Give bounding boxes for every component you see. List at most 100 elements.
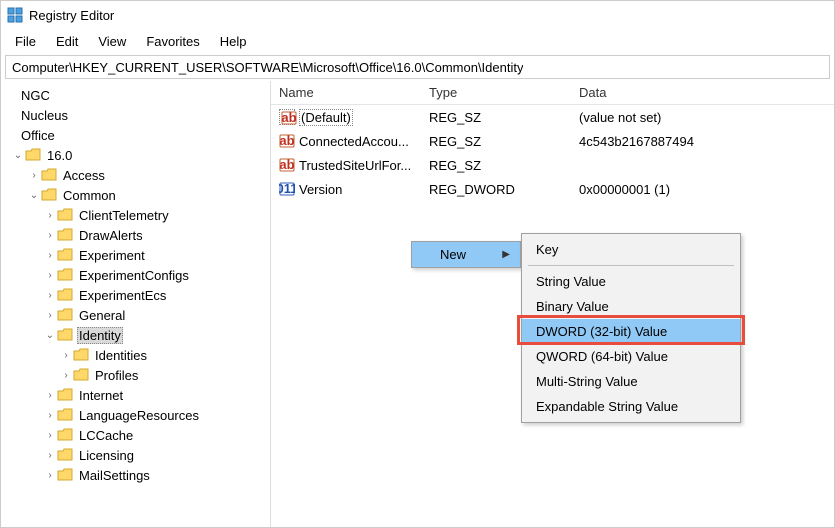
chevron-right-icon[interactable]: › (43, 390, 57, 401)
folder-icon (41, 188, 57, 202)
context-item-new[interactable]: New ▶ (412, 242, 520, 267)
context-menu[interactable]: New ▶ (411, 241, 521, 268)
folder-icon (25, 148, 41, 162)
value-data: 0x00000001 (1) (571, 180, 834, 199)
svg-text:011: 011 (279, 181, 295, 196)
address-path: Computer\HKEY_CURRENT_USER\SOFTWARE\Micr… (12, 60, 523, 75)
tree-node-ngc[interactable]: NGC (1, 85, 270, 105)
tree-node-general[interactable]: ›General (1, 305, 270, 325)
chevron-down-icon[interactable]: ⌄ (27, 190, 41, 201)
tree-node-16-0[interactable]: ⌄ 16.0 (1, 145, 270, 165)
menu-edit[interactable]: Edit (48, 32, 86, 51)
context-item-binary-value[interactable]: Binary Value (522, 294, 740, 319)
tree-node-languageresources[interactable]: › LanguageResources (1, 405, 270, 425)
tree-label: DrawAlerts (77, 228, 145, 243)
value-name: ConnectedAccou... (299, 134, 409, 149)
svg-text:ab: ab (279, 157, 294, 172)
column-type[interactable]: Type (421, 81, 571, 104)
tree-node-lccache[interactable]: ›LCCache (1, 425, 270, 445)
svg-text:ab: ab (279, 133, 294, 148)
tree-node-experimentconfigs[interactable]: ›ExperimentConfigs (1, 265, 270, 285)
folder-icon (73, 368, 89, 382)
context-item-dword-32-bit-value[interactable]: DWORD (32-bit) Value (522, 319, 740, 344)
chevron-right-icon[interactable]: › (43, 430, 57, 441)
context-item-string-value[interactable]: String Value (522, 269, 740, 294)
binary-value-icon: 011 (279, 181, 295, 197)
tree-label: Identities (93, 348, 149, 363)
tree-label: LanguageResources (77, 408, 201, 423)
chevron-right-icon[interactable]: › (27, 170, 41, 181)
value-data (571, 163, 834, 167)
chevron-right-icon[interactable]: › (43, 230, 57, 241)
chevron-right-icon[interactable]: › (43, 250, 57, 261)
value-row[interactable]: abConnectedAccou...REG_SZ4c543b216788749… (271, 129, 834, 153)
context-item-expandable-string-value[interactable]: Expandable String Value (522, 394, 740, 419)
address-bar[interactable]: Computer\HKEY_CURRENT_USER\SOFTWARE\Micr… (5, 55, 830, 79)
chevron-right-icon[interactable]: › (43, 270, 57, 281)
tree-label: Nucleus (19, 108, 70, 123)
menu-help[interactable]: Help (212, 32, 255, 51)
value-row[interactable]: 011VersionREG_DWORD0x00000001 (1) (271, 177, 834, 201)
value-row[interactable]: ab(Default)REG_SZ(value not set) (271, 105, 834, 129)
string-value-icon: ab (279, 109, 295, 125)
menu-favorites[interactable]: Favorites (138, 32, 207, 51)
value-row[interactable]: ab TrustedSiteUrlFor... REG_SZ (271, 153, 834, 177)
tree-label: Office (19, 128, 57, 143)
list-header: Name Type Data (271, 81, 834, 105)
chevron-right-icon[interactable]: › (59, 350, 73, 361)
tree-node-mailsettings[interactable]: › MailSettings (1, 465, 270, 485)
tree-node-identity[interactable]: ⌄ Identity (1, 325, 270, 345)
tree-node-clienttelemetry[interactable]: ›ClientTelemetry (1, 205, 270, 225)
tree-label: MailSettings (77, 468, 152, 483)
folder-icon (57, 288, 73, 302)
chevron-right-icon[interactable]: › (43, 290, 57, 301)
list-body: ab(Default)REG_SZ(value not set)abConnec… (271, 105, 834, 201)
submenu-arrow-icon: ▶ (502, 249, 510, 260)
svg-text:ab: ab (281, 110, 296, 125)
tree-node-nucleus[interactable]: Nucleus (1, 105, 270, 125)
folder-icon (57, 328, 73, 342)
menu-view[interactable]: View (90, 32, 134, 51)
value-name: TrustedSiteUrlFor... (299, 158, 411, 173)
context-item-key[interactable]: Key (522, 237, 740, 262)
list-pane[interactable]: Name Type Data ab(Default)REG_SZ(value n… (271, 81, 834, 527)
tree-node-drawalerts[interactable]: › DrawAlerts (1, 225, 270, 245)
chevron-down-icon[interactable]: ⌄ (11, 150, 25, 161)
folder-icon (57, 268, 73, 282)
tree-label: NGC (19, 88, 52, 103)
value-data: (value not set) (571, 108, 834, 127)
tree-node-access[interactable]: ›Access (1, 165, 270, 185)
context-submenu[interactable]: Key String ValueBinary ValueDWORD (32-bit… (521, 233, 741, 423)
chevron-right-icon[interactable]: › (43, 210, 57, 221)
tree-label: 16.0 (45, 148, 74, 163)
chevron-right-icon[interactable]: › (43, 410, 57, 421)
tree-pane[interactable]: NGC Nucleus Office ⌄ 16.0 ›Access⌄Common›Clie… (1, 81, 271, 527)
chevron-right-icon[interactable]: › (43, 310, 57, 321)
chevron-right-icon[interactable]: › (43, 450, 57, 461)
chevron-down-icon[interactable]: ⌄ (43, 330, 57, 341)
menubar: File Edit View Favorites Help (1, 29, 834, 53)
tree-node-experimentecs[interactable]: ›ExperimentEcs (1, 285, 270, 305)
tree-node-office[interactable]: Office (1, 125, 270, 145)
context-item-qword-64-bit-value[interactable]: QWORD (64-bit) Value (522, 344, 740, 369)
value-type: REG_SZ (421, 156, 571, 175)
tree-node-licensing[interactable]: › Licensing (1, 445, 270, 465)
tree-node-experiment[interactable]: ›Experiment (1, 245, 270, 265)
tree-node-common[interactable]: ⌄Common (1, 185, 270, 205)
context-item-multi-string-value[interactable]: Multi-String Value (522, 369, 740, 394)
tree-label: Identity (77, 327, 123, 344)
tree-node-internet[interactable]: ›Internet (1, 385, 270, 405)
value-type: REG_DWORD (421, 180, 571, 199)
string-value-icon: ab (279, 157, 295, 173)
chevron-right-icon[interactable]: › (43, 470, 57, 481)
folder-icon (57, 428, 73, 442)
column-data[interactable]: Data (571, 81, 834, 104)
regedit-icon (7, 7, 23, 23)
chevron-right-icon[interactable]: › (59, 370, 73, 381)
tree-label: Licensing (77, 448, 136, 463)
tree-node-identities[interactable]: › Identities (1, 345, 270, 365)
column-name[interactable]: Name (271, 81, 421, 104)
menu-file[interactable]: File (7, 32, 44, 51)
tree-node-profiles[interactable]: ›Profiles (1, 365, 270, 385)
context-separator (528, 265, 734, 266)
